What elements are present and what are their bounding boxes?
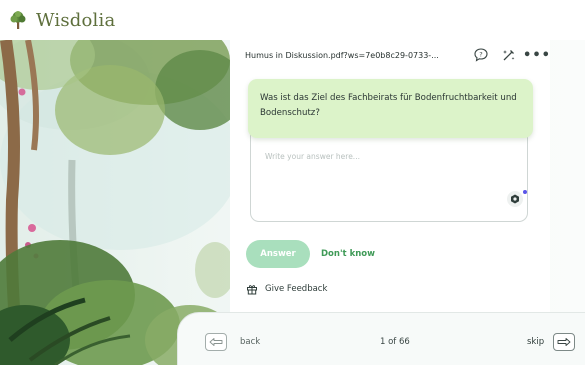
skip-label[interactable]: skip (527, 337, 544, 347)
gift-icon (247, 285, 257, 295)
tree-icon (10, 11, 26, 29)
edit-sparkle-icon[interactable] (501, 47, 517, 63)
ai-assist-icon[interactable] (507, 191, 523, 207)
question-text: Was ist das Ziel des Fachbeirats für Bod… (260, 93, 517, 118)
answer-input[interactable] (265, 148, 505, 164)
back-arrow-button[interactable] (205, 333, 227, 351)
card-progress: 1 of 66 (380, 337, 410, 347)
chat-question-icon[interactable]: ? (473, 47, 489, 63)
back-label[interactable]: back (240, 337, 260, 347)
arrow-right-icon (557, 338, 571, 346)
document-filename: Humus in Diskussion.pdf?ws=7e0b8c29-0733… (245, 50, 439, 60)
arrow-left-icon (209, 338, 223, 346)
more-options-icon[interactable]: ••• (523, 47, 550, 63)
answer-button[interactable]: Answer (246, 240, 310, 268)
card-navigation: back 1 of 66 skip (177, 312, 585, 365)
app-name: Wisdolia (36, 9, 116, 31)
give-feedback-link[interactable]: Give Feedback (246, 281, 327, 297)
dont-know-button[interactable]: Don't know (321, 245, 375, 263)
skip-arrow-button[interactable] (553, 333, 575, 351)
top-bar: Wisdolia (0, 0, 585, 40)
app-logo[interactable]: Wisdolia (8, 10, 115, 31)
svg-text:?: ? (479, 51, 482, 59)
flashcard-panel: Humus in Diskussion.pdf?ws=7e0b8c29-0733… (230, 40, 550, 312)
notification-dot (523, 190, 527, 194)
feedback-label: Give Feedback (265, 284, 328, 294)
card-header: Humus in Diskussion.pdf?ws=7e0b8c29-0733… (245, 42, 550, 68)
question-card: Was ist das Ziel des Fachbeirats für Bod… (248, 79, 533, 138)
answer-area (250, 130, 528, 222)
header-actions: ? ••• (473, 47, 550, 63)
